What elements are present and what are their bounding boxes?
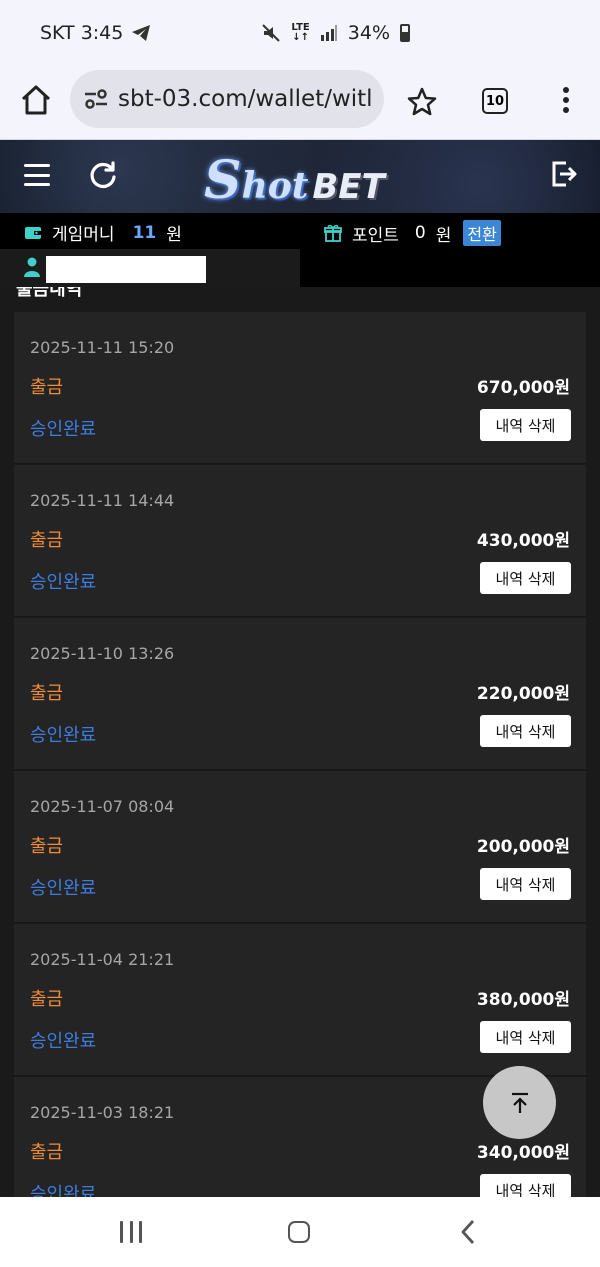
user-icon xyxy=(24,257,40,277)
point-value: 0 xyxy=(414,223,426,243)
scroll-to-top-button[interactable] xyxy=(483,1066,556,1139)
withdrawal-date: 2025-11-07 08:04 xyxy=(30,797,175,816)
withdrawal-history: 출금내역 2025-11-11 15:20 출금 670,000원 승인완료 내… xyxy=(0,287,600,1197)
point-unit: 원 xyxy=(435,225,452,246)
withdrawal-type: 출금 xyxy=(30,683,64,704)
system-nav-bar xyxy=(0,1197,600,1267)
network-type: LTE ↓↑ xyxy=(291,22,310,43)
withdrawal-type: 출금 xyxy=(30,377,64,398)
delete-history-button[interactable]: 내역 삭제 xyxy=(480,1174,571,1197)
username-redacted xyxy=(46,256,206,283)
site-settings-icon[interactable] xyxy=(82,85,110,113)
mute-icon xyxy=(262,24,281,42)
withdrawal-type: 출금 xyxy=(30,836,64,857)
telegram-icon xyxy=(132,25,151,41)
home-icon[interactable] xyxy=(18,82,54,118)
site-header: Shot BET xyxy=(0,140,600,213)
carrier-time: SKT 3:45 xyxy=(40,22,124,44)
browser-toolbar: sbt-03.com/wallet/witl 10 xyxy=(0,64,600,140)
withdrawal-type: 출금 xyxy=(30,530,64,551)
battery-percent: 34% xyxy=(347,22,390,44)
shotbet-logo[interactable]: Shot BET xyxy=(204,150,385,211)
withdrawal-amount: 220,000원 xyxy=(476,684,570,704)
delete-history-button[interactable]: 내역 삭제 xyxy=(480,1021,571,1053)
refresh-icon[interactable] xyxy=(88,160,118,190)
user-panel xyxy=(0,249,300,287)
points: 포인트 0 원 전환 xyxy=(324,220,501,246)
withdrawal-amount: 340,000원 xyxy=(476,1143,570,1163)
withdrawal-amount: 430,000원 xyxy=(476,531,570,551)
withdrawal-item: 2025-11-04 21:21 출금 380,000원 승인완료 내역 삭제 xyxy=(14,924,586,1076)
withdrawal-status: 승인완료 xyxy=(30,1184,97,1197)
convert-button[interactable]: 전환 xyxy=(463,220,501,246)
game-money-unit: 원 xyxy=(166,225,182,245)
withdrawal-item: 2025-11-10 13:26 출금 220,000원 승인완료 내역 삭제 xyxy=(14,618,586,770)
withdrawal-date: 2025-11-11 15:20 xyxy=(30,338,175,357)
withdrawal-status: 승인완료 xyxy=(30,1031,97,1052)
status-right: LTE ↓↑ 34% xyxy=(261,22,410,44)
arrow-up-to-top-icon xyxy=(511,1092,528,1113)
section-title: 출금내역 xyxy=(16,287,83,300)
game-money-label: 게임머니 xyxy=(52,225,115,245)
withdrawal-status: 승인완료 xyxy=(30,878,97,899)
tab-switcher-button[interactable]: 10 xyxy=(482,88,508,114)
withdrawal-amount: 200,000원 xyxy=(476,837,570,857)
recent-apps-icon[interactable] xyxy=(120,1221,142,1243)
delete-history-button[interactable]: 내역 삭제 xyxy=(480,715,571,747)
withdrawal-item: 2025-11-11 14:44 출금 430,000원 승인완료 내역 삭제 xyxy=(14,465,586,617)
game-money: 게임머니 11 원 xyxy=(24,220,182,245)
bookmark-star-icon[interactable] xyxy=(406,86,438,118)
delete-history-button[interactable]: 내역 삭제 xyxy=(480,868,571,900)
hamburger-menu-icon[interactable] xyxy=(24,164,50,186)
battery-icon xyxy=(400,24,410,42)
withdrawal-list: 2025-11-11 15:20 출금 670,000원 승인완료 내역 삭제 … xyxy=(14,312,586,1197)
user-row xyxy=(0,249,600,287)
account-info-bar: 게임머니 11 원 포인트 0 원 전환 xyxy=(0,213,600,249)
game-money-value: 11 xyxy=(132,222,157,243)
withdrawal-date: 2025-11-11 14:44 xyxy=(30,491,175,510)
signal-icon xyxy=(320,25,337,41)
withdrawal-status: 승인완료 xyxy=(30,419,97,440)
withdrawal-date: 2025-11-04 21:21 xyxy=(30,950,175,969)
delete-history-button[interactable]: 내역 삭제 xyxy=(480,562,571,594)
point-label: 포인트 xyxy=(352,225,399,246)
wallet-icon xyxy=(25,226,41,239)
browser-menu-icon[interactable] xyxy=(556,84,576,116)
withdrawal-type: 출금 xyxy=(30,1142,64,1163)
withdrawal-date: 2025-11-03 18:21 xyxy=(30,1103,175,1122)
status-bar: SKT 3:45 LTE ↓↑ 34% xyxy=(0,0,600,64)
withdrawal-amount: 380,000원 xyxy=(476,990,570,1010)
back-icon[interactable] xyxy=(458,1219,478,1245)
withdrawal-item: 2025-11-11 15:20 출금 670,000원 승인완료 내역 삭제 xyxy=(14,312,586,464)
withdrawal-item: 2025-11-07 08:04 출금 200,000원 승인완료 내역 삭제 xyxy=(14,771,586,923)
gift-icon xyxy=(324,224,342,242)
withdrawal-type: 출금 xyxy=(30,989,64,1010)
logout-icon[interactable] xyxy=(550,160,578,188)
withdrawal-status: 승인완료 xyxy=(30,572,97,593)
withdrawal-amount: 670,000원 xyxy=(476,378,570,398)
address-bar[interactable]: sbt-03.com/wallet/witl xyxy=(70,70,384,128)
status-left: SKT 3:45 xyxy=(40,22,151,44)
withdrawal-date: 2025-11-10 13:26 xyxy=(30,644,175,663)
withdrawal-status: 승인완료 xyxy=(30,725,97,746)
home-button-icon[interactable] xyxy=(288,1221,310,1243)
delete-history-button[interactable]: 내역 삭제 xyxy=(480,409,571,441)
url-text[interactable]: sbt-03.com/wallet/witl xyxy=(118,86,376,112)
